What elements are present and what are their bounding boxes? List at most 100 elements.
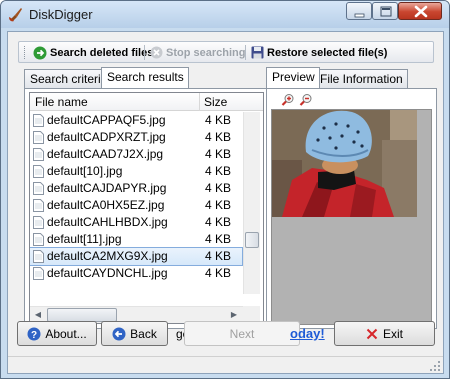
- file-preview-image: [271, 109, 432, 325]
- file-icon: [33, 182, 44, 195]
- next-button[interactable]: Next: [184, 321, 300, 346]
- close-button[interactable]: [398, 2, 442, 20]
- file-size-cell: 4 KB: [205, 215, 232, 229]
- preview-toolbar: [271, 92, 432, 108]
- preview-photo: [272, 110, 431, 324]
- help-icon: ?: [27, 327, 41, 341]
- stop-icon: [150, 46, 163, 59]
- zoom-in-icon[interactable]: [281, 93, 295, 107]
- diskdigger-window: DiskDigger Search deleted files Stop sea…: [0, 0, 450, 379]
- table-row[interactable]: defaultCAAD7J2X.jpg 4 KB: [30, 146, 242, 163]
- table-row[interactable]: default[10].jpg 4 KB: [30, 163, 242, 180]
- file-name-cell: defaultCA0HX5EZ.jpg: [47, 198, 165, 212]
- column-header-file-name[interactable]: File name: [35, 95, 88, 109]
- vertical-scroll-thumb[interactable]: [245, 232, 259, 248]
- table-row[interactable]: defaultCADPXRZT.jpg 4 KB: [30, 129, 242, 146]
- file-icon: [33, 267, 44, 280]
- file-icon: [33, 114, 44, 127]
- vertical-scrollbar[interactable]: [243, 112, 260, 294]
- column-header-size[interactable]: Size: [204, 95, 227, 109]
- results-rows: defaultCAPPAQF5.jpg 4 KB defaultCADPXRZT.j…: [30, 112, 243, 282]
- file-name-cell: defaultCAJDAPYR.jpg: [47, 181, 167, 195]
- file-size-cell: 4 KB: [205, 130, 232, 144]
- file-icon: [33, 216, 44, 229]
- scroll-left-arrow-icon[interactable]: ◀: [32, 307, 44, 322]
- back-button[interactable]: Back: [101, 321, 168, 346]
- close-icon: [414, 5, 428, 18]
- restore-selected-files-button[interactable]: Restore selected file(s): [251, 44, 387, 61]
- tab-search-criteria-label: Search criteria: [30, 72, 108, 86]
- shovel-app-icon: [9, 8, 22, 22]
- search-deleted-files-button[interactable]: Search deleted files: [33, 44, 153, 61]
- exit-button[interactable]: Exit: [334, 321, 435, 346]
- back-button-label: Back: [130, 326, 157, 341]
- stop-searching-label: Stop searching: [166, 46, 246, 59]
- stop-searching-button[interactable]: Stop searching: [150, 44, 245, 61]
- file-name-cell: defaultCAYDNCHL.jpg: [47, 266, 168, 280]
- svg-text:?: ?: [31, 330, 37, 341]
- restore-selected-files-label: Restore selected file(s): [267, 46, 388, 59]
- toolbar-separator: [245, 45, 246, 60]
- file-size-cell: 4 KB: [205, 266, 232, 280]
- file-size-cell: 4 KB: [205, 164, 232, 178]
- results-list[interactable]: File name Size defaultCAPPAQF5.jpg 4 KB de…: [29, 92, 264, 324]
- table-row[interactable]: defaultCA0HX5EZ.jpg 4 KB: [30, 197, 242, 214]
- file-icon: [33, 131, 44, 144]
- tab-preview[interactable]: Preview: [266, 67, 320, 88]
- about-button-label: About...: [45, 326, 87, 341]
- exit-button-label: Exit: [382, 326, 403, 341]
- results-list-header: File name Size: [30, 93, 263, 111]
- file-name-cell: defaultCAHLHBDX.jpg: [47, 215, 168, 229]
- today-link[interactable]: oday!: [290, 326, 325, 341]
- scroll-right-arrow-icon[interactable]: ▶: [228, 307, 240, 322]
- file-size-cell: 4 KB: [205, 113, 232, 127]
- action-toolbar: Search deleted files Stop searching Rest…: [18, 41, 434, 63]
- horizontal-scroll-thumb[interactable]: [47, 308, 117, 322]
- tab-file-information[interactable]: File Information: [314, 69, 408, 88]
- tab-search-results[interactable]: Search results: [101, 67, 189, 88]
- column-divider[interactable]: [199, 93, 200, 111]
- window-title: DiskDigger: [29, 7, 93, 22]
- file-icon: [33, 148, 44, 161]
- file-icon: [33, 250, 44, 263]
- main-client-area: Search deleted files Stop searching Rest…: [7, 31, 444, 374]
- file-icon: [33, 233, 44, 246]
- tab-file-information-label: File Information: [320, 72, 403, 86]
- next-button-label: Next: [229, 326, 255, 341]
- tab-search-criteria[interactable]: Search criteria: [24, 69, 113, 88]
- file-name-cell: defaultCAAD7J2X.jpg: [47, 147, 164, 161]
- search-deleted-files-label: Search deleted files: [50, 46, 154, 59]
- table-row[interactable]: defaultCAPPAQF5.jpg 4 KB: [30, 112, 242, 129]
- maximize-button[interactable]: [372, 2, 398, 20]
- exit-x-icon: [366, 328, 378, 339]
- table-row[interactable]: defaultCAHLHBDX.jpg 4 KB: [30, 214, 242, 231]
- file-size-cell: 4 KB: [205, 249, 232, 263]
- resize-grip-icon[interactable]: [430, 361, 441, 372]
- minimize-button[interactable]: [346, 2, 372, 20]
- toolbar-separator: [144, 45, 145, 60]
- status-bar: [8, 356, 443, 373]
- file-name-cell: default[10].jpg: [47, 164, 123, 178]
- tab-preview-label: Preview: [272, 70, 315, 84]
- table-row[interactable]: defaultCAJDAPYR.jpg 4 KB: [30, 180, 242, 197]
- file-size-cell: 4 KB: [205, 198, 232, 212]
- about-button[interactable]: ? About...: [17, 321, 97, 346]
- tab-search-results-label: Search results: [107, 70, 184, 84]
- maximize-icon: [380, 6, 392, 17]
- zoom-out-icon[interactable]: [299, 93, 313, 107]
- file-size-cell: 4 KB: [205, 232, 232, 246]
- minimize-icon: [354, 13, 365, 18]
- search-results-panel: File name Size defaultCAPPAQF5.jpg 4 KB de…: [24, 88, 268, 329]
- file-name-cell: defaultCAPPAQF5.jpg: [47, 113, 166, 127]
- title-bar[interactable]: DiskDigger: [1, 1, 449, 28]
- save-disk-icon: [251, 46, 264, 59]
- table-row[interactable]: defaultCAYDNCHL.jpg 4 KB: [30, 265, 242, 282]
- table-row[interactable]: default[11].jpg 4 KB: [30, 231, 242, 248]
- file-size-cell: 4 KB: [205, 181, 232, 195]
- toolbar-grip[interactable]: [24, 46, 27, 59]
- table-row[interactable]: defaultCA2MXG9X.jpg 4 KB: [30, 247, 243, 266]
- file-name-cell: defaultCADPXRZT.jpg: [47, 130, 166, 144]
- file-name-cell: defaultCA2MXG9X.jpg: [47, 249, 168, 263]
- back-arrow-icon: [112, 327, 126, 340]
- preview-panel: [266, 88, 437, 329]
